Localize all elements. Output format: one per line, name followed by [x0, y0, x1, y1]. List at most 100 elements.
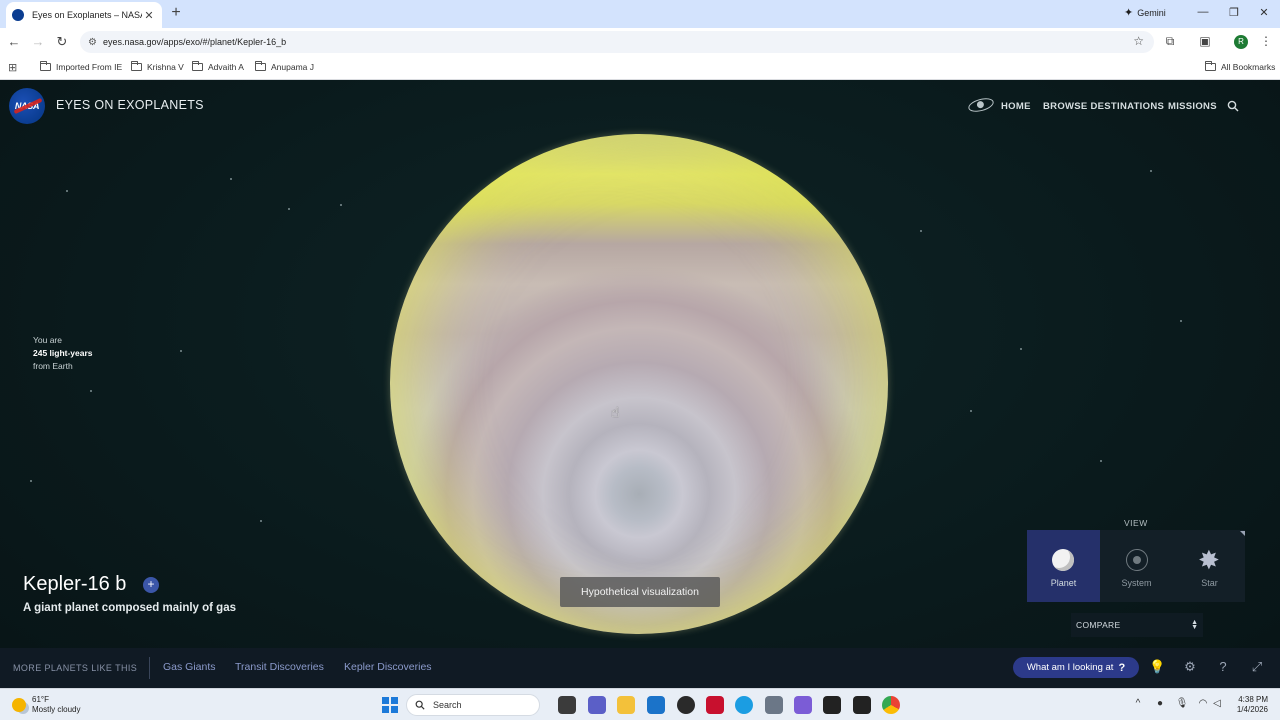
reload-icon[interactable]: ↻ [54, 34, 70, 50]
nav-missions[interactable]: MISSIONS [1168, 101, 1217, 112]
browser-tab[interactable]: Eyes on Exoplanets – NASA/JPL ✕ [6, 2, 162, 28]
bookmark-folder[interactable]: Krishna V [131, 61, 184, 72]
teams-icon[interactable] [588, 696, 606, 714]
back-icon[interactable]: ← [6, 34, 22, 50]
folder-icon [255, 61, 266, 71]
new-tab-button[interactable]: + [168, 4, 184, 22]
planet-name: Kepler-16 b [23, 573, 127, 595]
windows-start-icon[interactable] [382, 697, 398, 713]
view-option-label: Planet [1050, 578, 1077, 588]
gemini-sparkle-icon: ✦ [1124, 7, 1134, 19]
distance-readout: You are 245 light-years from Earth [33, 334, 93, 373]
weather-condition: Mostly cloudy [32, 705, 81, 714]
orbit-icon [966, 95, 996, 115]
planet-info-plus-button[interactable]: + [143, 577, 159, 593]
view-option-system[interactable]: System [1100, 530, 1173, 602]
fullscreen-icon[interactable]: ⤢ [1249, 659, 1265, 675]
url-text: eyes.nasa.gov/apps/exo/#/planet/Kepler-1… [102, 37, 287, 47]
divider [149, 657, 150, 679]
question-icon: ? [1118, 661, 1126, 674]
search-icon[interactable] [1227, 100, 1239, 112]
task-view-icon[interactable] [558, 696, 576, 714]
what-am-i-label: What am I looking at [1026, 662, 1114, 673]
site-info-icon[interactable]: ⚙ [88, 37, 97, 48]
folder-icon [131, 61, 142, 71]
tab-title: Eyes on Exoplanets – NASA/JPL [32, 10, 142, 20]
minimize-icon[interactable]: — [1195, 6, 1211, 18]
tab-close-icon[interactable]: ✕ [142, 9, 156, 22]
bookmark-star-icon[interactable]: ☆ [1133, 34, 1144, 48]
link-kepler-discoveries[interactable]: Kepler Discoveries [344, 661, 432, 673]
bookmark-label: Krishna V [147, 62, 184, 72]
browser-tab-strip: Eyes on Exoplanets – NASA/JPL ✕ + ✦ Gemi… [0, 0, 1280, 28]
folder-icon [1205, 61, 1216, 71]
help-icon[interactable]: ? [1215, 659, 1231, 675]
taskbar-clock[interactable]: 4:38 PM 1/4/2026 [1228, 695, 1268, 715]
wifi-icon[interactable]: ◠ [1196, 698, 1210, 709]
bookmark-folder[interactable]: Imported From IE [40, 61, 122, 72]
app-title[interactable]: EYES ON EXOPLANETS [56, 98, 204, 112]
volume-icon[interactable]: ◁ [1210, 698, 1224, 709]
bookmark-folder[interactable]: Advaith A [192, 61, 244, 72]
edge-icon[interactable] [735, 696, 753, 714]
restore-icon[interactable]: ❐ [1226, 6, 1242, 19]
view-option-planet[interactable]: Planet [1027, 530, 1100, 602]
select-arrows-icon: ▲ ▼ [1191, 619, 1198, 631]
bookmarks-bar: Imported From IE Krishna V Advaith A Anu… [0, 56, 1280, 80]
extensions-icon[interactable]: ⧉ [1162, 34, 1178, 49]
copilot-icon[interactable] [794, 696, 812, 714]
bookmark-label: All Bookmarks [1221, 62, 1276, 72]
browser-toolbar: ← → ↻ ⚙ eyes.nasa.gov/apps/exo/#/planet/… [0, 28, 1280, 56]
weather-widget[interactable]: 61°F Mostly cloudy [12, 695, 80, 715]
view-option-label: Star [1201, 578, 1218, 588]
taskbar-search-placeholder: Search [433, 700, 462, 710]
all-bookmarks[interactable]: All Bookmarks [1205, 61, 1276, 72]
exoplanet-viewer[interactable]: NASA EYES ON EXOPLANETS HOME BROWSE DEST… [0, 80, 1280, 688]
address-bar[interactable]: ⚙ eyes.nasa.gov/apps/exo/#/planet/Kepler… [80, 31, 1154, 53]
taskbar-search-icon [415, 700, 425, 710]
gemini-label: Gemini [1137, 7, 1166, 18]
lightbulb-icon[interactable]: 💡 [1149, 659, 1165, 675]
chrome-icon[interactable] [882, 696, 900, 714]
folder-icon [40, 61, 51, 71]
bookmark-label: Anupama J [271, 62, 314, 72]
capcut-icon-2[interactable] [853, 696, 871, 714]
capcut-icon[interactable] [823, 696, 841, 714]
close-window-icon[interactable]: ✕ [1256, 6, 1272, 19]
link-gas-giants[interactable]: Gas Giants [163, 661, 216, 673]
forward-icon[interactable]: → [30, 34, 46, 50]
mcafee-icon[interactable] [706, 696, 724, 714]
bookmark-folder[interactable]: Anupama J [255, 61, 314, 72]
profile-avatar[interactable]: R [1234, 35, 1248, 49]
view-option-star[interactable]: ✸ Star [1173, 530, 1246, 602]
file-explorer-icon[interactable] [617, 696, 635, 714]
microphone-icon[interactable]: 🎙 [1175, 698, 1189, 709]
store-icon[interactable] [647, 696, 665, 714]
what-am-i-looking-at-button[interactable]: What am I looking at ? [1013, 657, 1139, 678]
settings-gear-icon[interactable]: ⚙ [1182, 659, 1198, 675]
taskbar-search[interactable]: Search [406, 694, 540, 716]
tray-chevron-icon[interactable]: ^ [1131, 698, 1145, 709]
dell-icon[interactable] [677, 696, 695, 714]
side-panel-icon[interactable]: ▣ [1197, 34, 1213, 48]
nav-browse-destinations[interactable]: BROWSE DESTINATIONS [1043, 101, 1164, 112]
weather-temp: 61°F [32, 695, 49, 704]
bookmark-label: Advaith A [208, 62, 244, 72]
hand-cursor-icon: ☝ [611, 404, 620, 420]
system-icon [1126, 549, 1148, 571]
planet-icon [1052, 549, 1074, 571]
gemini-button[interactable]: ✦ Gemini [1124, 6, 1166, 19]
camera-icon[interactable] [765, 696, 783, 714]
nav-home[interactable]: HOME [1001, 101, 1031, 112]
apps-grid-icon[interactable]: ⊞ [8, 61, 17, 74]
hypothetical-visualization-label: Hypothetical visualization [560, 577, 720, 607]
star-icon: ✸ [1198, 545, 1220, 575]
clock-date: 1/4/2026 [1236, 705, 1268, 714]
more-menu-icon[interactable]: ⋮ [1258, 34, 1274, 48]
planet-render[interactable] [390, 134, 888, 634]
windows-taskbar: 61°F Mostly cloudy Search ^ ● 🎙 ◠ ◁ 4:38… [0, 688, 1280, 720]
compare-select[interactable]: COMPARE ▲ ▼ [1071, 613, 1203, 637]
nasa-logo[interactable]: NASA [9, 88, 45, 124]
tray-app-icon[interactable]: ● [1153, 698, 1167, 709]
link-transit-discoveries[interactable]: Transit Discoveries [235, 661, 324, 673]
